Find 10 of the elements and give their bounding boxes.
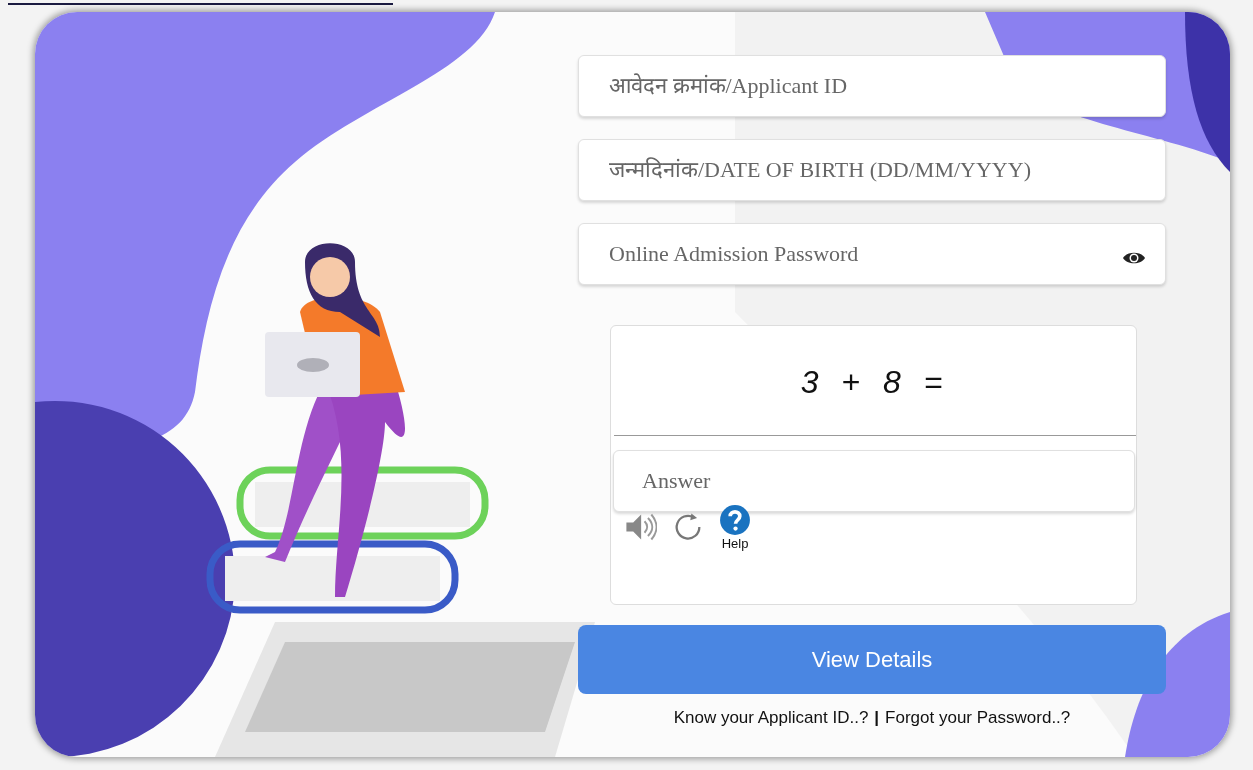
answer-field[interactable]: Answer — [613, 450, 1135, 512]
forgot-password-link[interactable]: Forgot your Password..? — [885, 708, 1071, 728]
applicant-id-link[interactable]: Know your Applicant ID..? — [673, 708, 869, 728]
view-details-button[interactable]: View Details — [578, 625, 1166, 694]
captcha-question: 3 + 8 = — [800, 364, 947, 401]
input-field[interactable]: आवेदन क्रमांक/Applicant ID — [578, 55, 1166, 117]
eye-icon[interactable] — [1122, 250, 1146, 266]
link-separator: | — [874, 708, 880, 728]
input-field[interactable]: जन्मदिनांक/DATE OF BIRTH (DD/MM/YYYY) — [578, 139, 1166, 201]
input-field[interactable]: Online Admission Password — [578, 223, 1166, 285]
